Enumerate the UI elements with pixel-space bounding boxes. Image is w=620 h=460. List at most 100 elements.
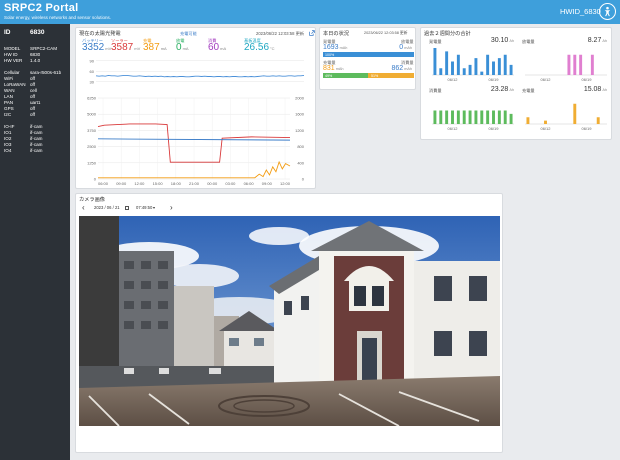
power-left-tick: 2500 bbox=[87, 144, 97, 149]
panel-total-number: 30.10 bbox=[490, 37, 509, 44]
panel-bar bbox=[492, 61, 495, 75]
sidebar-row-key: PAN bbox=[4, 100, 14, 105]
panel-bar bbox=[509, 113, 513, 124]
charge-ratio-right-text: 51% bbox=[371, 73, 379, 78]
sidebar-row-value: SRPC2-CAM bbox=[30, 46, 58, 51]
panel-date-tick: 06/19 bbox=[488, 126, 499, 131]
temp-y-tick: 60 bbox=[90, 69, 95, 74]
app-subtitle: Solar energy, wireless networks and sens… bbox=[4, 15, 111, 20]
panel-bar bbox=[492, 110, 495, 124]
metric-unit: mA bbox=[220, 46, 227, 51]
sidebar-row-value: off bbox=[30, 112, 36, 117]
sidebar-row-value: if-cam bbox=[30, 148, 43, 153]
sidebar-row-key: WiFi bbox=[4, 76, 14, 81]
panel-date-tick: 06/12 bbox=[540, 126, 551, 131]
user-menu-button[interactable] bbox=[599, 3, 616, 20]
date-picker[interactable]: 2023 / 06 / 21 bbox=[94, 205, 130, 211]
current-solar-card: 現在の太陽光発電 充電可能 2023/06/22 12:03:58 更新 バッテ… bbox=[75, 27, 316, 189]
sidebar-row-key: WAN bbox=[4, 88, 15, 93]
generation-ratio-text: 100% bbox=[325, 52, 335, 57]
panel-bar bbox=[462, 110, 466, 124]
metric-value: 0mA bbox=[176, 43, 189, 53]
sidebar-row-value: 1.4.0 bbox=[30, 58, 41, 63]
panel-total-number: 23.28 bbox=[490, 86, 509, 93]
panel-bar bbox=[503, 110, 507, 124]
sidebar-row-key: MODEL bbox=[4, 46, 21, 51]
sidebar-row-value: if-cam bbox=[30, 142, 43, 147]
power-x-tick: 09:00 bbox=[262, 181, 273, 186]
time-value: 07:49:50 bbox=[136, 205, 153, 210]
power-right-tick: 800 bbox=[297, 144, 304, 149]
two-week-panel-3: 充電量 15.08Ah 06/12 06/19 bbox=[517, 86, 609, 134]
panel-date-tick: 06/19 bbox=[581, 77, 592, 82]
power-left-tick: 0 bbox=[94, 177, 97, 182]
panel-bar bbox=[468, 64, 472, 75]
metric-value: 3587mV bbox=[111, 43, 140, 53]
two-week-panel-2: 消費量 23.28Ah 06/12 06/19 bbox=[424, 86, 516, 134]
panel-bar bbox=[474, 58, 478, 75]
chevron-down-icon: ▾ bbox=[153, 204, 156, 210]
panel-bar bbox=[456, 110, 460, 124]
generation-value: 1693mAh bbox=[323, 44, 348, 51]
sidebar-row-value: uart1 bbox=[30, 100, 41, 105]
sidebar-row-key: IO4 bbox=[4, 148, 12, 153]
panel-bar bbox=[497, 58, 501, 75]
calendar-icon bbox=[125, 205, 129, 210]
consumption-value: 862mAh bbox=[391, 65, 413, 72]
panel-total-value: 15.08Ah bbox=[584, 86, 607, 93]
next-image-button[interactable]: › bbox=[170, 204, 173, 212]
external-link-icon[interactable] bbox=[309, 30, 315, 36]
panel-date-tick: 06/12 bbox=[447, 77, 458, 82]
metric-value: 60mA bbox=[208, 43, 226, 53]
board-temp-chart: 90 60 30 bbox=[90, 58, 305, 84]
sidebar-row-value: 6830 bbox=[30, 52, 41, 57]
sidebar-row-key: HW VER bbox=[4, 58, 23, 63]
panel-bar bbox=[596, 117, 600, 124]
app-title: SRPC2 Portal bbox=[4, 2, 79, 14]
panel-total-unit: Ah bbox=[602, 39, 607, 43]
sidebar-row-value: if-cam bbox=[30, 124, 43, 129]
power-x-tick: 09:00 bbox=[116, 181, 127, 186]
sidebar-row-key: GPS bbox=[4, 106, 14, 111]
power-x-tick: 15:00 bbox=[153, 181, 164, 186]
sidebar-row-value: off bbox=[30, 94, 36, 99]
panel-bar bbox=[486, 54, 490, 75]
previous-image-button[interactable]: ‹ bbox=[82, 204, 85, 212]
sidebar-row-key: IO1 bbox=[4, 130, 12, 135]
panel-date-tick: 06/19 bbox=[581, 126, 592, 131]
time-select[interactable]: 07:49:50 ▾ bbox=[136, 205, 164, 211]
panel-bar bbox=[579, 54, 583, 75]
charge-ratio-left-text: 49% bbox=[325, 73, 333, 78]
sidebar-row-value: sara-r500s-61b bbox=[30, 70, 62, 75]
panel-bar bbox=[468, 110, 472, 124]
power-right-tick: 1200 bbox=[295, 128, 305, 133]
panel-date-tick: 06/19 bbox=[488, 77, 499, 82]
date-value: 2023 / 06 / 21 bbox=[94, 205, 120, 210]
power-x-tick: 18:00 bbox=[171, 181, 182, 186]
metric-number: 60 bbox=[208, 42, 220, 53]
camera-snapshot-image bbox=[79, 216, 500, 426]
panel-bar bbox=[462, 68, 466, 75]
sidebar-row-value: cell bbox=[30, 88, 37, 93]
device-id-label: ID bbox=[4, 29, 11, 36]
power-x-tick: 12:00 bbox=[134, 181, 145, 186]
panel-bar-chart: 06/12 06/19 bbox=[432, 110, 514, 131]
device-id-value: 6830 bbox=[30, 29, 45, 36]
panel-bar bbox=[573, 54, 577, 75]
power-right-tick: 400 bbox=[297, 160, 304, 165]
power-left-tick: 6250 bbox=[87, 96, 97, 101]
generation-ratio-bar: 100% bbox=[323, 52, 414, 57]
temp-series-line bbox=[95, 74, 305, 78]
panel-bar bbox=[486, 110, 490, 124]
panel-bar bbox=[573, 103, 577, 124]
power-x-tick: 06:00 bbox=[244, 181, 255, 186]
power-x-tick: 00:00 bbox=[207, 181, 218, 186]
panel-total-value: 30.10Ah bbox=[491, 37, 514, 44]
sidebar-row-value: off bbox=[30, 82, 36, 87]
power-history-chart: 6250 20005000 16003750 12002500 8001250 4000 0… bbox=[87, 96, 305, 187]
metric-unit: °C bbox=[270, 46, 275, 51]
sidebar-row-value: off bbox=[30, 76, 36, 81]
panel-bar bbox=[445, 51, 449, 75]
panel-bar bbox=[544, 120, 547, 124]
power-left-tick: 3750 bbox=[87, 128, 97, 133]
